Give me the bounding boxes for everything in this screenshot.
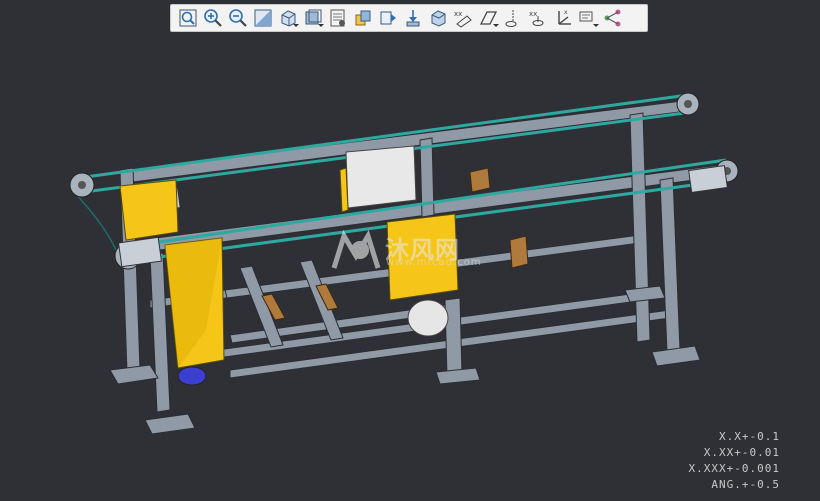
svg-text:xx: xx bbox=[529, 10, 537, 18]
network-icon[interactable] bbox=[575, 6, 600, 30]
axis-display-icon[interactable] bbox=[475, 6, 500, 30]
tolerance-line-3: X.XXX+-0.001 bbox=[688, 462, 780, 475]
point-display-icon[interactable] bbox=[500, 6, 525, 30]
tolerance-line-1: X.X+-0.1 bbox=[719, 430, 780, 443]
watermark-url: www.mfcad.com bbox=[386, 257, 482, 268]
network-graph-icon[interactable] bbox=[600, 6, 625, 30]
refit-icon[interactable] bbox=[175, 6, 200, 30]
graphics-viewport[interactable]: 沐风网 www.mfcad.com X.X+-0.1 X.XX+-0.01 X.… bbox=[0, 0, 820, 501]
zoom-out-icon[interactable] bbox=[225, 6, 250, 30]
perspective-icon[interactable] bbox=[375, 6, 400, 30]
repaint-icon[interactable] bbox=[250, 6, 275, 30]
section-icon[interactable] bbox=[350, 6, 375, 30]
named-views-icon[interactable] bbox=[325, 6, 350, 30]
svg-text:x: x bbox=[564, 9, 568, 16]
display-style-icon[interactable] bbox=[300, 6, 325, 30]
tolerance-line-2: X.XX+-0.01 bbox=[703, 446, 780, 459]
zoom-in-icon[interactable] bbox=[200, 6, 225, 30]
svg-text:xx: xx bbox=[454, 10, 462, 18]
graphics-toolbar: xx xx x bbox=[170, 4, 648, 32]
tolerance-table: X.X+-0.1 X.XX+-0.01 X.XXX+-0.001 ANG.+-0… bbox=[689, 429, 780, 493]
orient-icon[interactable] bbox=[275, 6, 300, 30]
plane-display-icon[interactable]: xx bbox=[450, 6, 475, 30]
annotation-display-icon[interactable]: x bbox=[550, 6, 575, 30]
csys-display-icon[interactable]: xx bbox=[525, 6, 550, 30]
spin-center-icon[interactable] bbox=[400, 6, 425, 30]
tolerance-line-4: ANG.+-0.5 bbox=[711, 478, 780, 491]
model-display-icon[interactable] bbox=[425, 6, 450, 30]
